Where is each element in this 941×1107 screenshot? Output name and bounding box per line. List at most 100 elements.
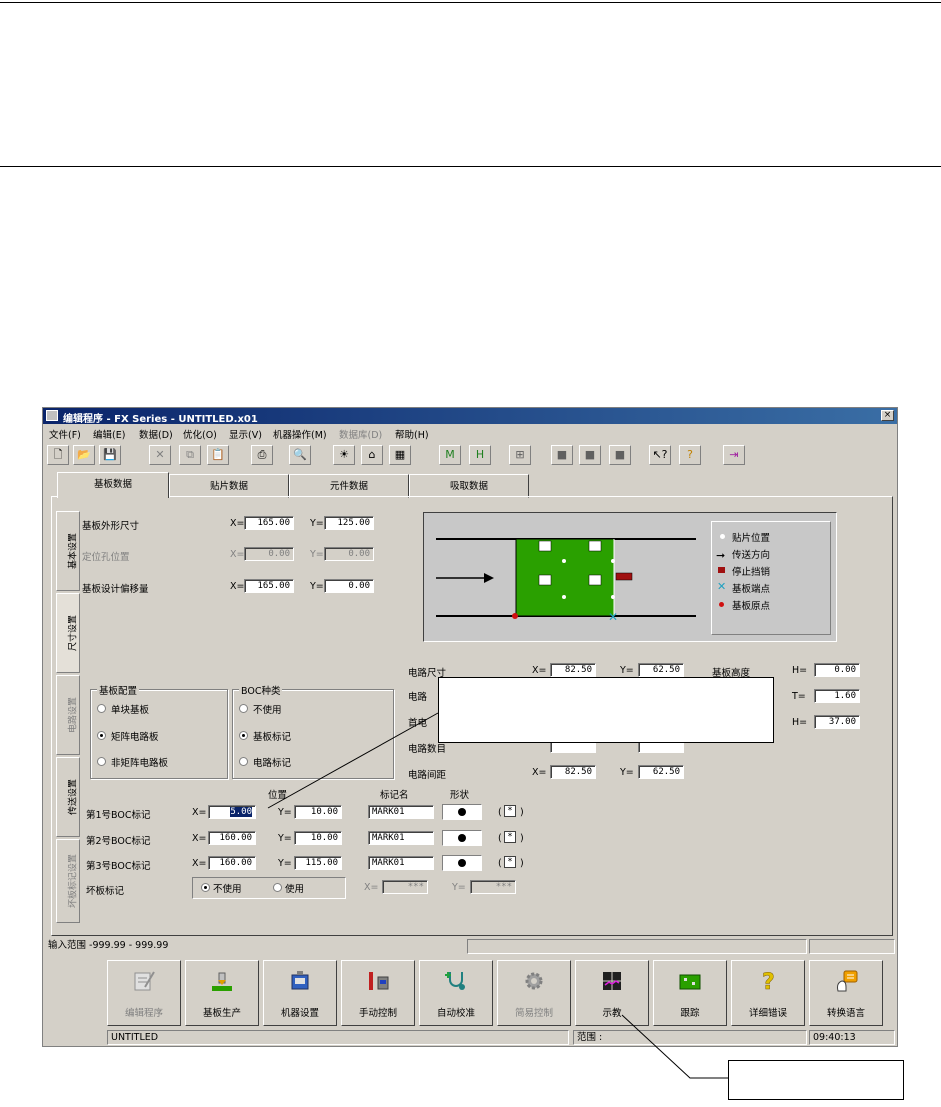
boc3-x-field[interactable]: 160.00 bbox=[208, 856, 256, 870]
circuit-size-y-field[interactable]: 62.50 bbox=[638, 663, 684, 677]
boc1-name-field[interactable]: MARK01 bbox=[368, 805, 434, 819]
menu-machine[interactable]: 机器操作(M) bbox=[273, 427, 327, 441]
tab-part-data[interactable]: 元件数据 bbox=[289, 474, 409, 498]
boc3-y-field[interactable]: 115.00 bbox=[294, 856, 342, 870]
boc3-shape-button[interactable] bbox=[442, 855, 482, 871]
hole-x-eq: X= bbox=[230, 549, 245, 560]
offset-label: 基板设计偏移量 bbox=[82, 584, 149, 595]
tool3-icon[interactable]: ■ bbox=[609, 445, 631, 465]
boc2-shape-button[interactable] bbox=[442, 830, 482, 846]
circuit-pitch-y-field[interactable]: 62.50 bbox=[638, 765, 684, 779]
tab-board-data[interactable]: 基板数据 bbox=[57, 472, 169, 498]
tab-mount-data[interactable]: 贴片数据 bbox=[169, 474, 289, 498]
cut-icon[interactable]: ✕ bbox=[149, 445, 171, 465]
boc-none-radio[interactable] bbox=[239, 704, 248, 713]
boc2-x-field[interactable]: 160.00 bbox=[208, 831, 256, 845]
menu-view[interactable]: 显示(V) bbox=[229, 427, 262, 441]
mark-m-icon[interactable]: M bbox=[439, 445, 461, 465]
board-production-label: 基板生产 bbox=[202, 1008, 241, 1019]
boc1-shape-button[interactable] bbox=[442, 804, 482, 820]
bad-mark-x-field: *** bbox=[382, 880, 428, 894]
board-diagram: ✕ 贴片位置 ➞ 传送方向 停止挡销 ✕ 基板端点 基板原点 bbox=[423, 512, 837, 642]
circuit-size-y-eq: Y= bbox=[620, 665, 634, 676]
boc2-y-field[interactable]: 10.00 bbox=[294, 831, 342, 845]
boc-board-radio[interactable] bbox=[239, 731, 248, 740]
height2-field[interactable]: 37.00 bbox=[814, 715, 860, 729]
menu-optimize[interactable]: 优化(O) bbox=[183, 427, 217, 441]
parts-icon[interactable]: ▦ bbox=[389, 445, 411, 465]
error-detail-button[interactable]: ? 详细错误 bbox=[731, 960, 805, 1026]
boc3-name-field[interactable]: MARK01 bbox=[368, 856, 434, 870]
bad-mark-use-radio[interactable] bbox=[273, 883, 282, 892]
close-button[interactable]: × bbox=[881, 410, 894, 421]
offset-y-field[interactable]: 0.00 bbox=[324, 579, 374, 593]
print-icon[interactable]: ⎙ bbox=[251, 445, 273, 465]
outline-x-field[interactable]: 165.00 bbox=[244, 516, 294, 530]
menu-edit[interactable]: 编辑(E) bbox=[93, 427, 125, 441]
outline-y-field[interactable]: 125.00 bbox=[324, 516, 374, 530]
machine-settings-button[interactable]: 机器设置 bbox=[263, 960, 337, 1026]
boc1-y-field[interactable]: 10.00 bbox=[294, 805, 342, 819]
help-icon[interactable]: ? bbox=[679, 445, 701, 465]
tool1-icon[interactable]: ■ bbox=[551, 445, 573, 465]
nozzle-icon[interactable]: ⌂ bbox=[361, 445, 383, 465]
boc2-name-field[interactable]: MARK01 bbox=[368, 831, 434, 845]
boc3-check[interactable]: * bbox=[504, 856, 516, 868]
circuit-size-x-field[interactable]: 82.50 bbox=[550, 663, 596, 677]
thickness-field[interactable]: 1.60 bbox=[814, 689, 860, 703]
side-tab-bad-mark[interactable]: 坏板标记设置 bbox=[56, 839, 80, 923]
new-file-icon[interactable]: 🗋 bbox=[47, 445, 69, 465]
simple-control-button[interactable]: 简易控制 bbox=[497, 960, 571, 1026]
manual-control-button[interactable]: 手动控制 bbox=[341, 960, 415, 1026]
trace-button[interactable]: 跟踪 bbox=[653, 960, 727, 1026]
layout-nonmatrix-radio[interactable] bbox=[97, 757, 106, 766]
hole-y-eq: Y= bbox=[310, 549, 324, 560]
offset-x-field[interactable]: 165.00 bbox=[244, 579, 294, 593]
layout-single-radio[interactable] bbox=[97, 704, 106, 713]
circuit-size-x-eq: X= bbox=[532, 665, 547, 676]
edit-program-button[interactable]: 编辑程序 bbox=[107, 960, 181, 1026]
teach-button[interactable]: 示教 bbox=[575, 960, 649, 1026]
boc-type-title: BOC种类 bbox=[239, 683, 283, 697]
boc1-x-field[interactable]: 5.00 bbox=[208, 805, 256, 819]
board-layout-group: 基板配置 单块基板 矩阵电路板 非矩阵电路板 bbox=[90, 683, 228, 779]
boc1-check[interactable]: * bbox=[504, 805, 516, 817]
copy-icon[interactable]: ⧉ bbox=[179, 445, 201, 465]
tab-pick-data[interactable]: 吸取数据 bbox=[409, 474, 529, 498]
layout-matrix-radio[interactable] bbox=[97, 731, 106, 740]
menu-data[interactable]: 数据(D) bbox=[139, 427, 173, 441]
menu-database[interactable]: 数据库(D) bbox=[339, 427, 382, 441]
side-tab-basic[interactable]: 基本设置 bbox=[56, 511, 80, 591]
open-folder-icon[interactable]: 📂 bbox=[73, 445, 95, 465]
menu-help[interactable]: 帮助(H) bbox=[395, 427, 429, 441]
circuit-row3-label: 首电 bbox=[408, 718, 428, 729]
grid-icon[interactable]: ⊞ bbox=[509, 445, 531, 465]
side-tab-size[interactable]: 尺寸设置 bbox=[56, 593, 80, 673]
context-help-icon[interactable]: ↖? bbox=[649, 445, 671, 465]
tool2-icon[interactable]: ■ bbox=[579, 445, 601, 465]
auto-calibrate-button[interactable]: 自动校准 bbox=[419, 960, 493, 1026]
side-tab-transfer[interactable]: 传送设置 bbox=[56, 757, 80, 837]
board-height-field[interactable]: 0.00 bbox=[814, 663, 860, 677]
circuit-pitch-y-eq: Y= bbox=[620, 767, 634, 778]
circuit-pitch-x-field[interactable]: 82.50 bbox=[550, 765, 596, 779]
manual-control-label: 手动控制 bbox=[358, 1008, 397, 1019]
switch-language-button[interactable]: 转换语言 bbox=[809, 960, 883, 1026]
paste-icon[interactable]: 📋 bbox=[207, 445, 229, 465]
save-icon[interactable]: 💾 bbox=[99, 445, 121, 465]
light-icon[interactable]: ☀ bbox=[333, 445, 355, 465]
exit-icon[interactable]: ⇥ bbox=[723, 445, 745, 465]
board-production-button[interactable]: 基板生产 bbox=[185, 960, 259, 1026]
stopper-icon bbox=[718, 567, 725, 573]
side-tab-circuit[interactable]: 电路设置 bbox=[56, 675, 80, 755]
bad-mark-group: 不使用 使用 bbox=[192, 877, 346, 899]
thickness-eq: T= bbox=[792, 691, 806, 702]
boc-circuit-radio[interactable] bbox=[239, 757, 248, 766]
bad-mark-none-radio[interactable] bbox=[201, 883, 210, 892]
bad-mark-label: 坏板标记 bbox=[86, 886, 125, 897]
mark-h-icon[interactable]: H bbox=[469, 445, 491, 465]
find-icon[interactable]: 🔍 bbox=[289, 445, 311, 465]
offset-x-eq: X= bbox=[230, 581, 245, 592]
boc2-check[interactable]: * bbox=[504, 831, 516, 843]
menu-file[interactable]: 文件(F) bbox=[49, 427, 81, 441]
